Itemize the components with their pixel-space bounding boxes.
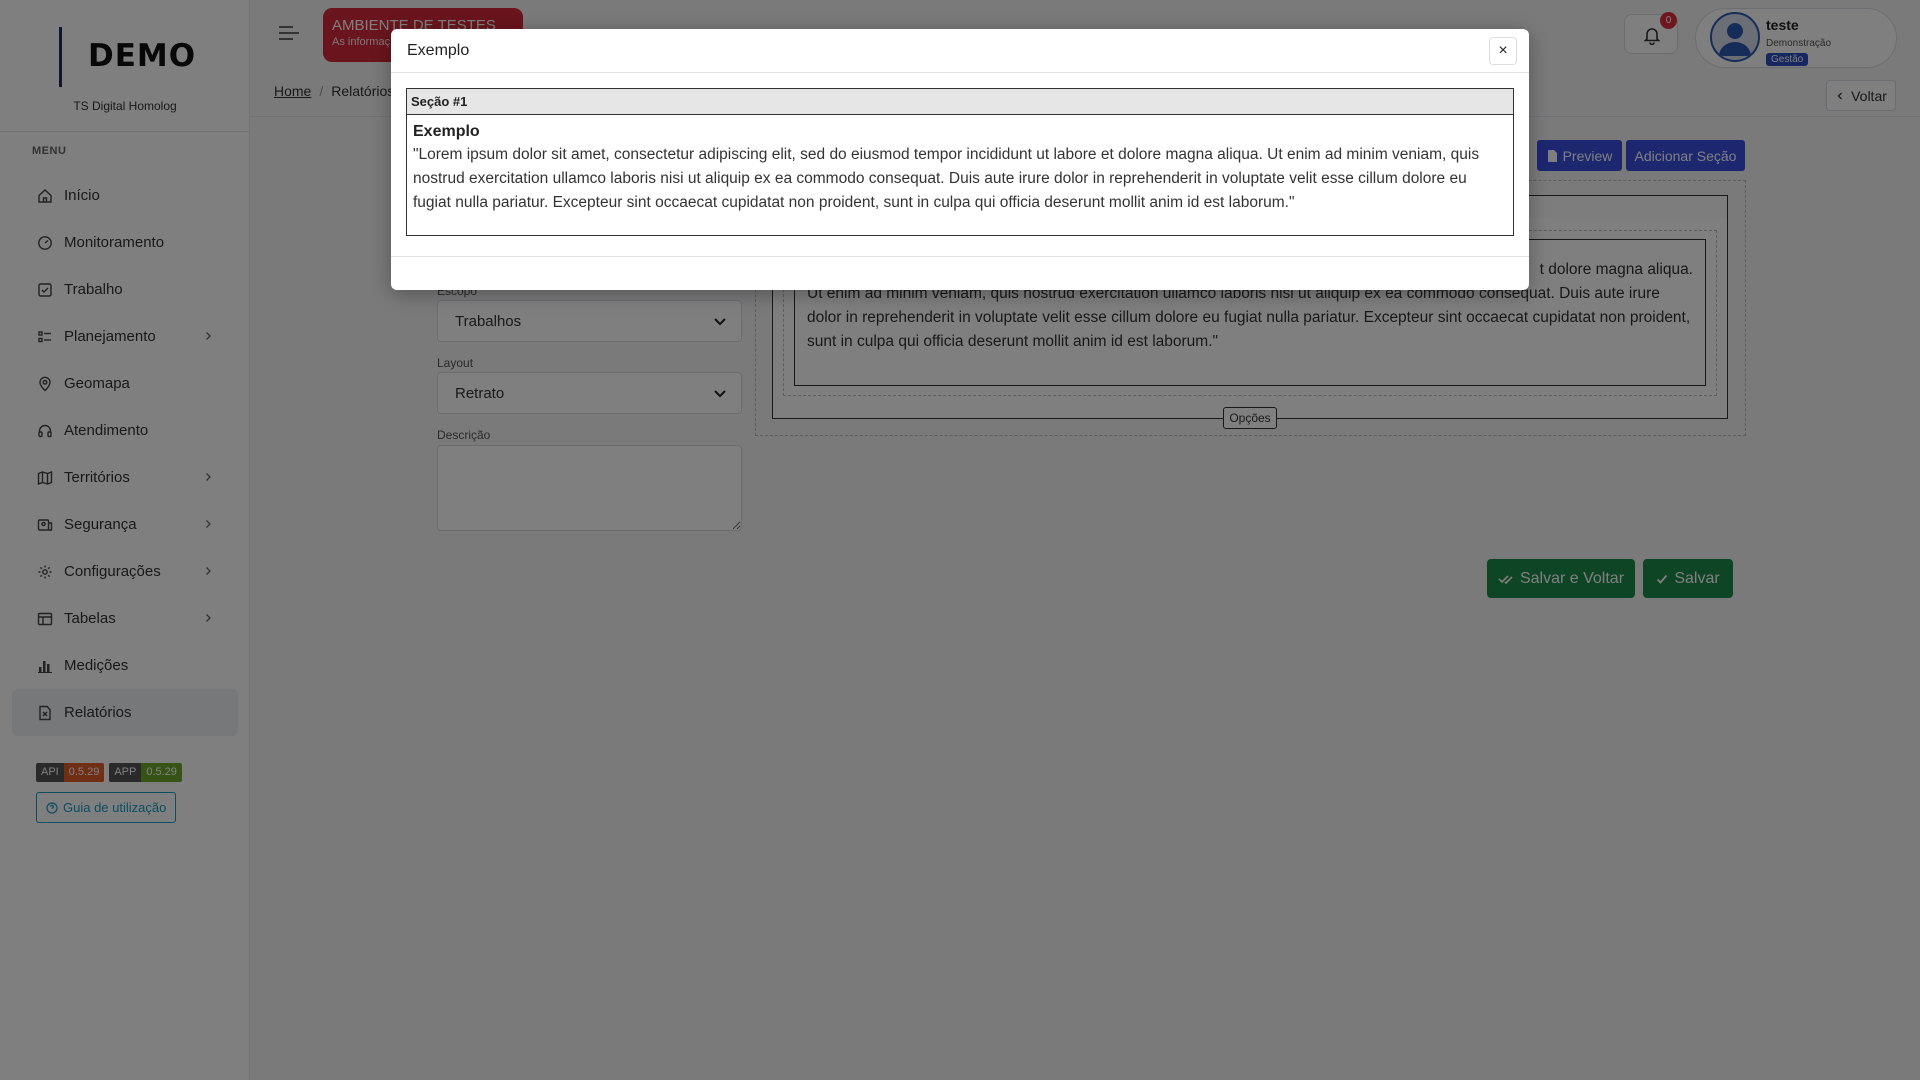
modal-section-body: Exemplo "Lorem ipsum dolor sit amet, con… (406, 115, 1514, 236)
example-modal: Exemplo × Seção #1 Exemplo "Lorem ipsum … (391, 29, 1529, 290)
modal-title: Exemplo (407, 42, 470, 59)
close-icon[interactable]: × (1489, 37, 1517, 65)
modal-section-text: "Lorem ipsum dolor sit amet, consectetur… (413, 146, 1480, 211)
modal-section-header: Seção #1 (406, 88, 1514, 115)
modal-body: Seção #1 Exemplo "Lorem ipsum dolor sit … (406, 88, 1514, 236)
modal-footer-divider (391, 256, 1529, 257)
modal-header: Exemplo × (391, 29, 1529, 73)
modal-section-title: Exemplo (413, 123, 480, 140)
